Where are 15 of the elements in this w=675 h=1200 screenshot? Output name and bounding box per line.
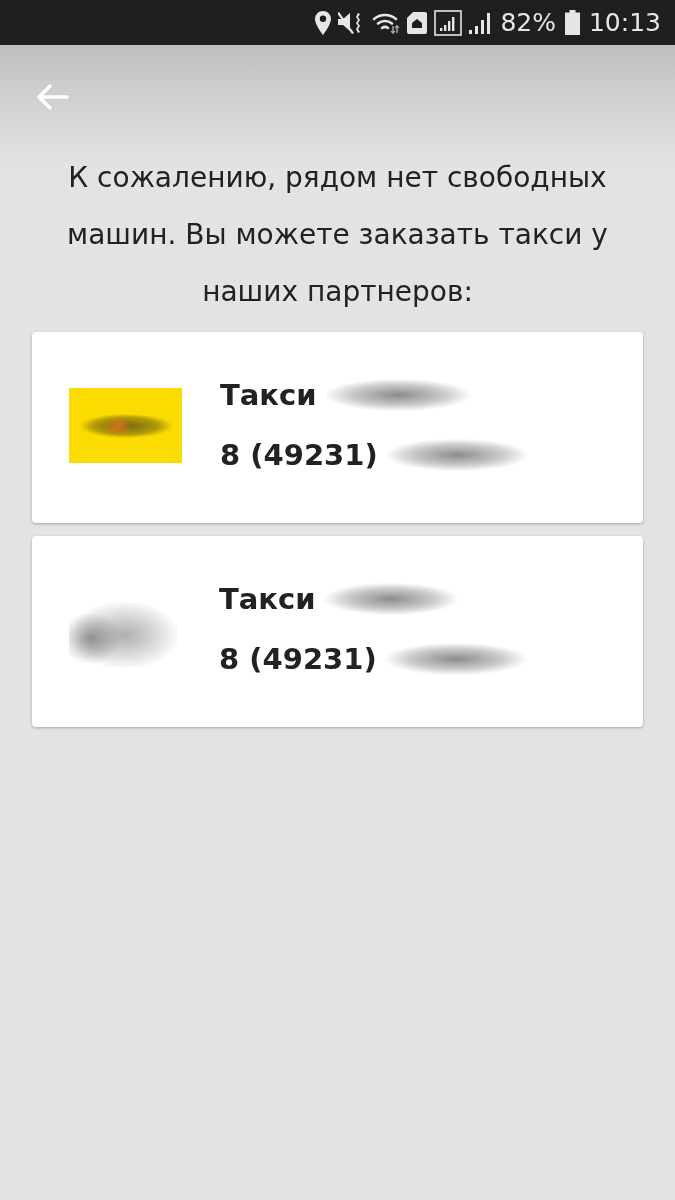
partner-phone: 8 (49231) [219, 641, 377, 676]
sim-card-icon [407, 11, 428, 34]
battery-icon [564, 10, 580, 35]
signal-strength-icon [434, 9, 463, 36]
partner-name: Такси [219, 581, 316, 616]
signal-strength-icon [469, 11, 492, 34]
back-arrow-icon [37, 84, 69, 110]
partner-phone: 8 (49231) [220, 437, 378, 472]
location-pin-icon [315, 10, 332, 35]
partner-card[interactable]: Такси 8 (49231) [32, 332, 643, 523]
partner-name: Такси [220, 377, 317, 412]
no-cars-message: К сожалению, рядом нет свободных машин. Вы можете заказать такси у наших партнеров: [66, 160, 609, 310]
partner-card[interactable]: Такси 8 (49231) [32, 536, 643, 727]
clock-time: 10:13 [588, 7, 661, 38]
battery-percent: 82% [500, 7, 556, 38]
